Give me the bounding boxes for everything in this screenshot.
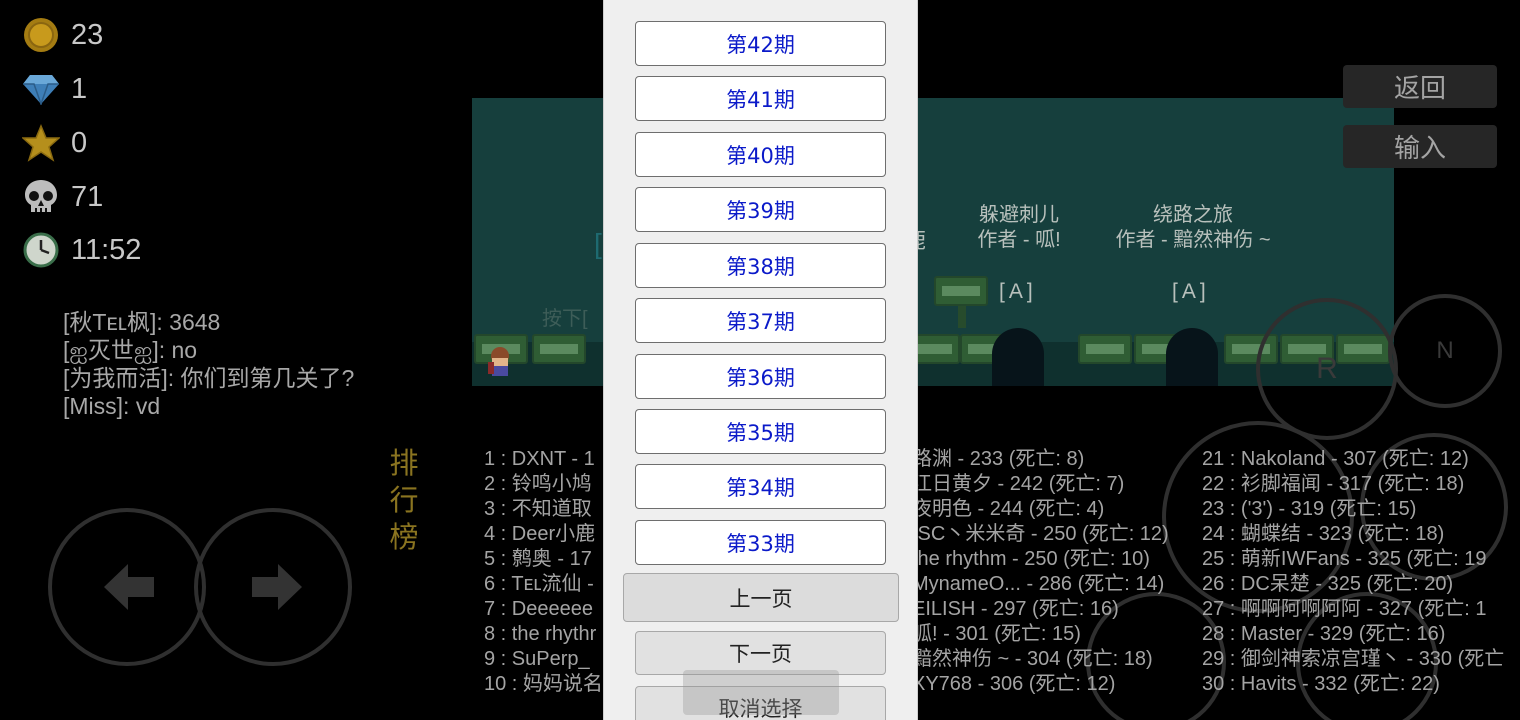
player-character bbox=[486, 346, 514, 380]
chat-message: [秋Tᴇʟ枫]: 3648 bbox=[63, 309, 221, 335]
issue-option[interactable]: 第38期 bbox=[635, 243, 886, 288]
issue-option[interactable]: 第40期 bbox=[635, 132, 886, 177]
death-count: 71 bbox=[71, 180, 104, 213]
leaderboard-row: 30 : Havits - 332 (死亡: 22) bbox=[1202, 673, 1440, 695]
leaderboard-row: ISC丶米米奇 - 250 (死亡: 12) bbox=[912, 523, 1169, 545]
leaderboard-row: 26 : DC呆楚 - 325 (死亡: 20) bbox=[1202, 573, 1454, 595]
level-tag: [A] bbox=[1172, 280, 1210, 303]
coin-icon bbox=[22, 16, 60, 54]
star-icon bbox=[22, 124, 60, 162]
n-button[interactable]: N bbox=[1388, 294, 1502, 408]
leaderboard-row: the rhythm - 250 (死亡: 10) bbox=[912, 548, 1150, 570]
leaderboard-row: 29 : 御剑神索凉宫瑾丶 - 330 (死亡 bbox=[1202, 648, 1505, 670]
leaderboard-row: 8 : the rhythr bbox=[484, 623, 597, 645]
issue-option[interactable]: 第34期 bbox=[635, 464, 886, 509]
leaderboard-row: MynameO... - 286 (死亡: 14) bbox=[912, 573, 1165, 595]
leaderboard-row: XY768 - 306 (死亡: 12) bbox=[912, 673, 1116, 695]
level-title[interactable]: 躲避刺儿 作者 - 呱! bbox=[966, 203, 1072, 253]
move-right-button[interactable] bbox=[194, 508, 352, 666]
issue-option[interactable]: 第35期 bbox=[635, 409, 886, 454]
prev-page-button[interactable]: 上一页 bbox=[623, 573, 899, 622]
leaderboard-row: 10 : 妈妈说名 bbox=[484, 673, 603, 695]
leaderboard-row: 夜明色 - 244 (死亡: 4) bbox=[912, 498, 1105, 520]
chat-log: [秋Tᴇʟ枫]: 3648 [ஐ灭世ஐ]: no [为我而活]: 你们到第几关了… bbox=[63, 308, 354, 420]
diamond-icon bbox=[22, 70, 60, 108]
leaderboard-row: EILISH - 297 (死亡: 16) bbox=[912, 598, 1119, 620]
level-door bbox=[992, 328, 1044, 386]
leaderboard-row: 28 : Master - 329 (死亡: 16) bbox=[1202, 623, 1446, 645]
gem-count: 1 bbox=[71, 72, 88, 105]
input-button[interactable]: 输入 bbox=[1343, 125, 1497, 168]
level-sign bbox=[1078, 334, 1132, 364]
issue-option[interactable]: 第36期 bbox=[635, 354, 886, 399]
leaderboard-row: 呱! - 301 (死亡: 15) bbox=[912, 623, 1081, 645]
leaderboard-row: 黯然神伤 ~ - 304 (死亡: 18) bbox=[912, 648, 1153, 670]
death-counter: 71 bbox=[22, 177, 103, 217]
issue-option[interactable]: 第37期 bbox=[635, 298, 886, 343]
preview-hint: 按下[ bbox=[542, 308, 588, 330]
issue-option[interactable]: 第41期 bbox=[635, 76, 886, 121]
level-tag: [A] bbox=[999, 280, 1037, 303]
leaderboard-row: 22 : 衫脚福闻 - 317 (死亡: 18) bbox=[1202, 473, 1465, 495]
leaderboard-row: 24 : 蝴蝶结 - 323 (死亡: 18) bbox=[1202, 523, 1445, 545]
issue-picker-dialog: 第42期 第41期 第40期 第39期 第38期 第37期 第36期 第35期 … bbox=[603, 0, 918, 720]
level-sign bbox=[934, 276, 988, 328]
clock-icon bbox=[22, 231, 60, 269]
leaderboard-row: 江日黄夕 - 242 (死亡: 7) bbox=[912, 473, 1125, 495]
leaderboard-title: 排行榜 bbox=[389, 448, 419, 554]
leaderboard-column: 路渊 - 233 (死亡: 8) 江日黄夕 - 242 (死亡: 7) 夜明色 … bbox=[912, 447, 1169, 697]
star-counter: 0 bbox=[22, 123, 87, 163]
gem-counter: 1 bbox=[22, 69, 87, 109]
next-page-button[interactable]: 下一页 bbox=[635, 631, 886, 675]
level-title[interactable]: 绕路之旅 作者 - 黯然神伤 ~ bbox=[1100, 203, 1286, 253]
touch-overlay bbox=[683, 670, 839, 715]
leaderboard-row: 3 : 不知道取 bbox=[484, 498, 592, 520]
leaderboard-column: 1 : DXNT - 1 2 : 铃鸣小鸠 3 : 不知道取 4 : Deer小… bbox=[484, 447, 603, 697]
coin-count: 23 bbox=[71, 18, 104, 51]
preview-bracket: [ bbox=[594, 228, 602, 259]
issue-option[interactable]: 第33期 bbox=[635, 520, 886, 565]
right-arrow-icon bbox=[252, 564, 302, 610]
leaderboard-row: 1 : DXNT - 1 bbox=[484, 448, 595, 470]
leaderboard-row: 路渊 - 233 (死亡: 8) bbox=[912, 448, 1085, 470]
leaderboard-row: 9 : SuPerp_ bbox=[484, 648, 590, 670]
issue-option[interactable]: 第39期 bbox=[635, 187, 886, 232]
issue-option[interactable]: 第42期 bbox=[635, 21, 886, 66]
leaderboard-row: 4 : Deer小鹿 bbox=[484, 523, 596, 545]
chat-message: [ஐ灭世ஐ]: no bbox=[63, 337, 198, 363]
reset-label: R bbox=[1316, 352, 1338, 385]
coin-counter: 23 bbox=[22, 15, 103, 55]
leaderboard-row: 2 : 铃鸣小鸠 bbox=[484, 473, 592, 495]
leaderboard-row: 6 : Tᴇʟ流仙 - bbox=[484, 573, 594, 595]
left-arrow-icon bbox=[104, 564, 154, 610]
leaderboard-row: 23 : ('3') - 319 (死亡: 15) bbox=[1202, 498, 1417, 520]
timer: 11:52 bbox=[22, 230, 141, 270]
leaderboard-column: 21 : Nakoland - 307 (死亡: 12) 22 : 衫脚福闻 -… bbox=[1202, 447, 1520, 697]
level-door bbox=[1166, 328, 1218, 386]
leaderboard-row: 27 : 啊啊阿啊阿阿 - 327 (死亡: 1 bbox=[1202, 598, 1487, 620]
leaderboard-row: 21 : Nakoland - 307 (死亡: 12) bbox=[1202, 448, 1469, 470]
timer-value: 11:52 bbox=[71, 233, 142, 266]
chat-message: [为我而活]: 你们到第几关了? bbox=[63, 365, 355, 391]
back-button[interactable]: 返回 bbox=[1343, 65, 1497, 108]
leaderboard-row: 5 : 鹩奥 - 17 bbox=[484, 548, 592, 570]
n-label: N bbox=[1436, 337, 1454, 364]
skull-icon bbox=[22, 178, 60, 216]
leaderboard-row: 7 : Deeeeee bbox=[484, 598, 593, 620]
star-count: 0 bbox=[71, 126, 88, 159]
chat-message: [Miss]: vd bbox=[63, 393, 161, 419]
leaderboard-row: 25 : 萌新IWFans - 325 (死亡: 19 bbox=[1202, 548, 1487, 570]
move-left-button[interactable] bbox=[48, 508, 206, 666]
level-sign bbox=[532, 334, 586, 364]
reset-button[interactable]: R bbox=[1256, 298, 1398, 440]
